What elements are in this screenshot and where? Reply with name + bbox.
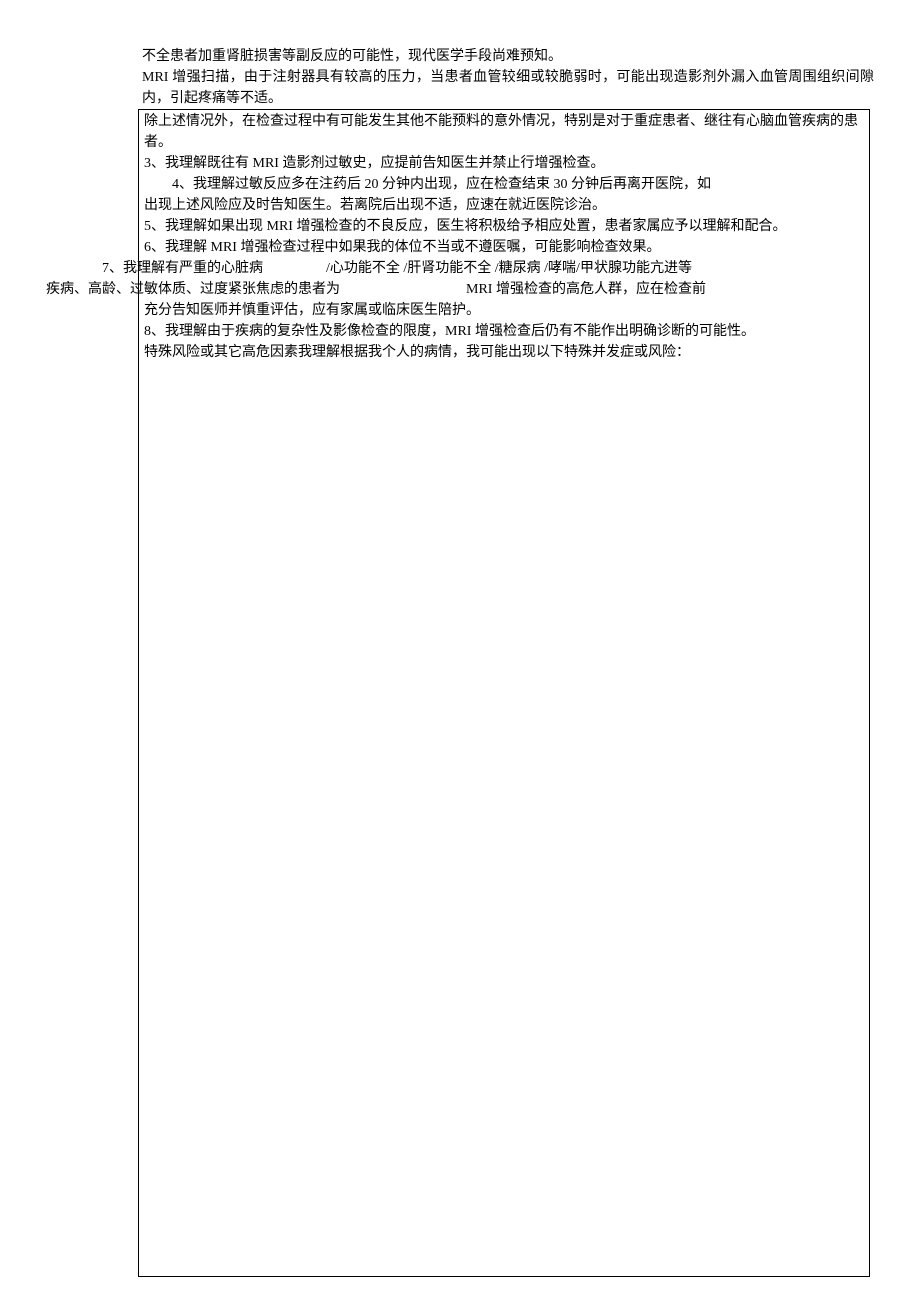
body-text-line2: MRI 增强扫描，由于注射器具有较高的压力，当患者血管较细或较脆弱时，可能出现造… <box>142 67 874 109</box>
item-7-line2-b: MRI 增强检查的高危人群，应在检查前 <box>466 279 706 300</box>
special-risk: 特殊风险或其它高危因素我理解根据我个人的病情，我可能出现以下特殊并发症或风险： <box>144 342 690 363</box>
body-text-line1: 不全患者加重肾脏损害等副反应的可能性，现代医学手段尚难预知。 <box>142 46 874 67</box>
item-4: 4、我理解过敏反应多在注药后 20 分钟内出现，应在检查结束 30 分钟后再离开… <box>172 174 711 195</box>
item-4-cont: 出现上述风险应及时告知医生。若离院后出现不适，应速在就近医院诊治。 <box>144 195 606 216</box>
item-8: 8、我理解由于疾病的复杂性及影像检查的限度，MRI 增强检查后仍有不能作出明确诊… <box>144 321 755 342</box>
item-6: 6、我理解 MRI 增强检查过程中如果我的体位不当或不遵医嘱，可能影响检查效果。 <box>144 237 660 258</box>
item-7-part-a: 7、我理解有严重的心脏病 <box>102 258 263 279</box>
item-5: 5、我理解如果出现 MRI 增强检查的不良反应，医生将积极给予相应处置，患者家属… <box>144 216 786 237</box>
item-7-line3: 充分告知医师并慎重评估，应有家属或临床医生陪护。 <box>144 300 480 321</box>
boxed-note: 除上述情况外，在检查过程中有可能发生其他不能预料的意外情况，特别是对于重症患者、… <box>144 111 864 153</box>
item-7-part-b: /心功能不全 /肝肾功能不全 /糖尿病 /哮喘/甲状腺功能亢进等 <box>326 258 692 279</box>
item-7-line2-a: 疾病、高龄、过敏体质、过度紧张焦虑的患者为 <box>46 279 340 300</box>
item-3: 3、我理解既往有 MRI 造影剂过敏史，应提前告知医生并禁止行增强检查。 <box>144 153 604 174</box>
